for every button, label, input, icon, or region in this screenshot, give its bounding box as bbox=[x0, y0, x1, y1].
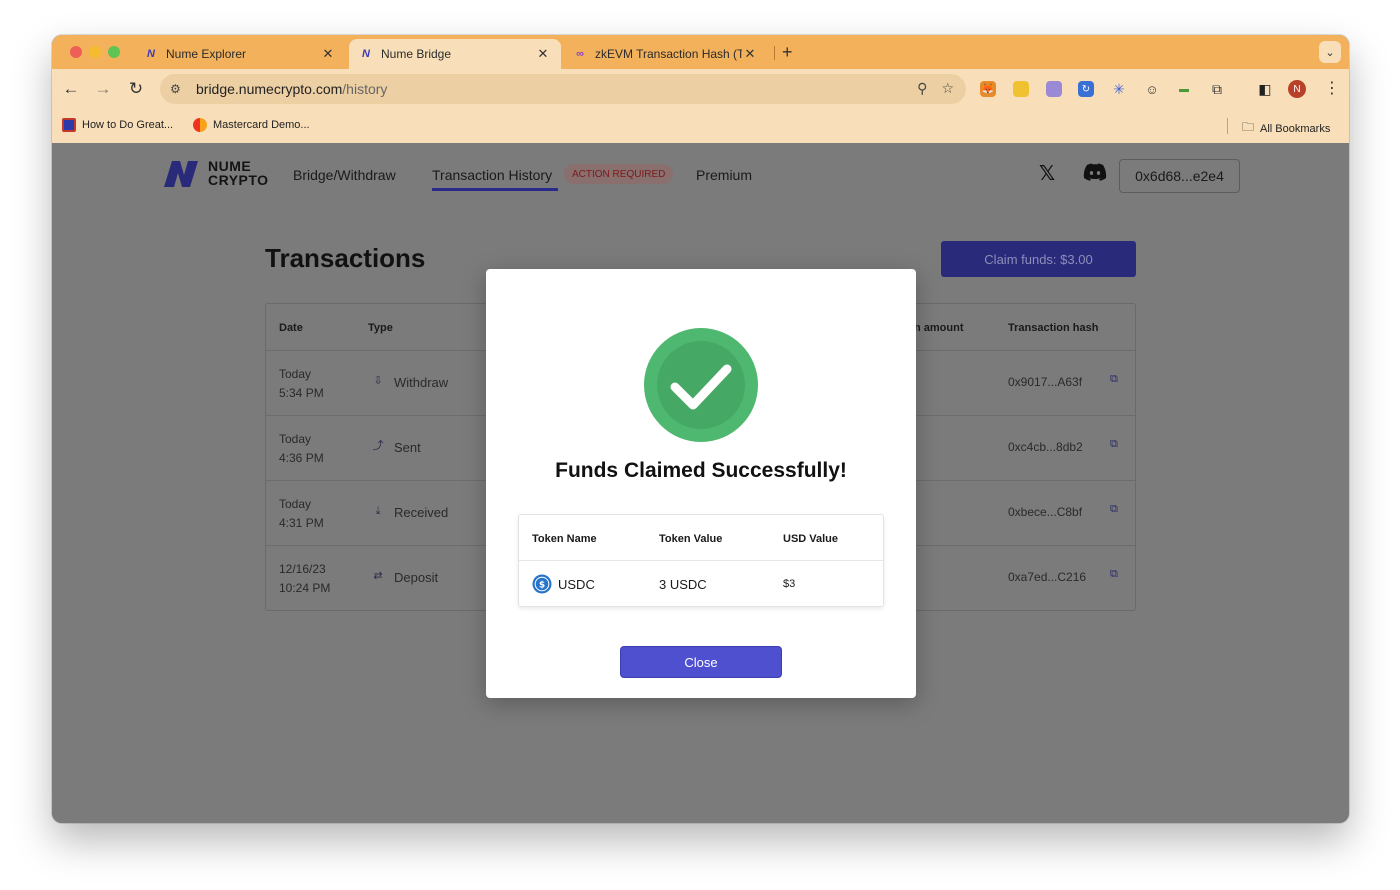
wallet-address-button[interactable]: 0x6d68...e2e4 bbox=[1119, 159, 1240, 193]
bookmark-item[interactable]: Mastercard Demo... bbox=[193, 118, 310, 132]
site-info-icon[interactable]: ⚙ bbox=[170, 82, 190, 96]
x-twitter-icon[interactable]: 𝕏 bbox=[1039, 161, 1055, 186]
received-arrow-icon: ⤓ bbox=[375, 505, 381, 517]
menu-kebab-icon[interactable]: ⋮ bbox=[1324, 78, 1340, 98]
tab-nume-explorer[interactable]: N Nume Explorer ✕ bbox=[134, 39, 346, 69]
usdc-icon: $ bbox=[532, 574, 552, 594]
close-window-button[interactable] bbox=[70, 46, 82, 58]
bookmark-item[interactable]: How to Do Great... bbox=[62, 118, 173, 132]
bookmark-favicon-icon bbox=[62, 118, 76, 132]
nav-bridge-withdraw[interactable]: Bridge/Withdraw bbox=[293, 167, 396, 183]
svg-text:$: $ bbox=[539, 581, 545, 591]
mastercard-icon bbox=[193, 118, 207, 132]
side-panel-icon[interactable]: ◧ bbox=[1257, 81, 1273, 97]
success-check-icon bbox=[644, 328, 758, 442]
column-header-token-value: Token Value bbox=[659, 533, 723, 545]
close-button[interactable]: Close bbox=[620, 646, 782, 678]
maximize-window-button[interactable] bbox=[108, 46, 120, 58]
column-header-hash: Transaction hash bbox=[1008, 322, 1099, 334]
back-button[interactable]: ← bbox=[61, 79, 81, 99]
divider bbox=[519, 560, 883, 561]
bookmarks-separator bbox=[1227, 118, 1228, 134]
discord-icon[interactable] bbox=[1083, 163, 1107, 181]
external-link-icon[interactable]: ⧉ bbox=[1110, 438, 1118, 451]
modal-title: Funds Claimed Successfully! bbox=[555, 459, 847, 482]
transaction-hash: 0xc4cb...8db2 bbox=[1008, 440, 1083, 454]
browser-toolbar: ← → ↻ ⚙ bridge.numecrypto.com/history ⚲ … bbox=[52, 69, 1349, 109]
transaction-hash: 0xbece...C8bf bbox=[1008, 505, 1083, 519]
close-icon[interactable]: ✕ bbox=[320, 46, 336, 62]
column-header-type: Type bbox=[368, 322, 393, 334]
address-bar[interactable]: ⚙ bridge.numecrypto.com/history ⚲ ☆ bbox=[160, 74, 966, 104]
nume-crypto-logo[interactable]: NUME CRYPTO bbox=[162, 157, 269, 189]
page-content: NUME CRYPTO Bridge/Withdraw Transaction … bbox=[52, 143, 1349, 823]
column-header-token-name: Token Name bbox=[532, 533, 597, 545]
nav-premium[interactable]: Premium bbox=[696, 167, 752, 183]
external-link-icon[interactable]: ⧉ bbox=[1110, 568, 1118, 581]
active-nav-indicator bbox=[432, 188, 558, 191]
sent-arrow-icon: ⤴ bbox=[372, 440, 384, 452]
column-header-date: Date bbox=[279, 322, 303, 334]
tab-title: Nume Bridge bbox=[381, 47, 452, 61]
nume-logo-icon: N bbox=[147, 48, 155, 60]
success-modal: Funds Claimed Successfully! Token Name T… bbox=[486, 269, 916, 698]
claimed-token-table: Token Name Token Value USD Value $ USDC … bbox=[518, 514, 884, 607]
tab-nume-bridge[interactable]: N Nume Bridge ✕ bbox=[349, 39, 561, 69]
zoom-icon[interactable]: ⚲ bbox=[917, 80, 927, 97]
tab-separator bbox=[774, 46, 775, 60]
usd-value: $3 bbox=[783, 578, 796, 590]
nav-transaction-history[interactable]: Transaction History bbox=[432, 167, 552, 183]
profile-avatar[interactable]: N bbox=[1288, 80, 1306, 98]
action-required-badge: ACTION REQUIRED bbox=[564, 164, 674, 184]
transaction-hash: 0xa7ed...C216 bbox=[1008, 570, 1087, 584]
browser-window: N Nume Explorer ✕ N Nume Bridge ✕ ∞ zkEV… bbox=[52, 35, 1349, 823]
folder-icon: 🗀 bbox=[1242, 120, 1255, 134]
claim-funds-button[interactable]: Claim funds: $3.00 bbox=[941, 241, 1136, 277]
column-header-usd-value: USD Value bbox=[783, 533, 839, 545]
page-title: Transactions bbox=[265, 243, 426, 273]
nume-logo-icon bbox=[164, 161, 198, 187]
polygon-logo-icon: ∞ bbox=[576, 48, 584, 60]
close-icon[interactable]: ✕ bbox=[742, 46, 758, 62]
metamask-extension-icon[interactable]: 🦊 bbox=[980, 81, 996, 97]
all-bookmarks-button[interactable]: 🗀 All Bookmarks bbox=[1242, 118, 1330, 139]
tab-search-button[interactable]: ⌄ bbox=[1319, 41, 1341, 63]
column-header-amount: n amount bbox=[914, 322, 964, 334]
bookmarks-bar: How to Do Great... Mastercard Demo... 🗀 … bbox=[52, 109, 1349, 143]
ghost-extension-icon[interactable]: ☺ bbox=[1144, 81, 1160, 97]
url-text: bridge.numecrypto.com/history bbox=[196, 81, 388, 97]
bookmark-star-icon[interactable]: ☆ bbox=[941, 80, 954, 97]
transaction-hash: 0x9017...A63f bbox=[1008, 375, 1083, 389]
deposit-icon: ⇄ bbox=[373, 570, 383, 582]
snowflake-extension-icon[interactable]: ✳ bbox=[1111, 81, 1127, 97]
close-icon[interactable]: ✕ bbox=[535, 46, 551, 62]
extensions-puzzle-icon[interactable]: ⧉ bbox=[1209, 81, 1225, 97]
nume-logo-icon: N bbox=[362, 48, 370, 60]
external-link-icon[interactable]: ⧉ bbox=[1110, 503, 1118, 516]
token-name: USDC bbox=[558, 577, 595, 592]
minimize-window-button[interactable] bbox=[89, 46, 101, 58]
battery-extension-icon[interactable]: ▬ bbox=[1176, 81, 1192, 97]
withdraw-icon: ⇩ bbox=[373, 375, 383, 387]
yellow-extension-icon[interactable] bbox=[1013, 81, 1029, 97]
tab-title: Nume Explorer bbox=[166, 47, 247, 61]
tab-strip: N Nume Explorer ✕ N Nume Bridge ✕ ∞ zkEV… bbox=[52, 35, 1349, 69]
tab-zkevm[interactable]: ∞ zkEVM Transaction Hash (Txh ✕ bbox=[563, 39, 768, 69]
purple-extension-icon[interactable] bbox=[1046, 81, 1062, 97]
reload-button[interactable]: ↻ bbox=[126, 79, 146, 99]
tab-title: zkEVM Transaction Hash (Txh bbox=[595, 47, 742, 61]
new-tab-button[interactable]: + bbox=[782, 42, 793, 63]
external-link-icon[interactable]: ⧉ bbox=[1110, 373, 1118, 386]
token-value: 3 USDC bbox=[659, 577, 707, 592]
forward-button[interactable]: → bbox=[93, 79, 113, 99]
blue-extension-icon[interactable]: ↻ bbox=[1078, 81, 1094, 97]
